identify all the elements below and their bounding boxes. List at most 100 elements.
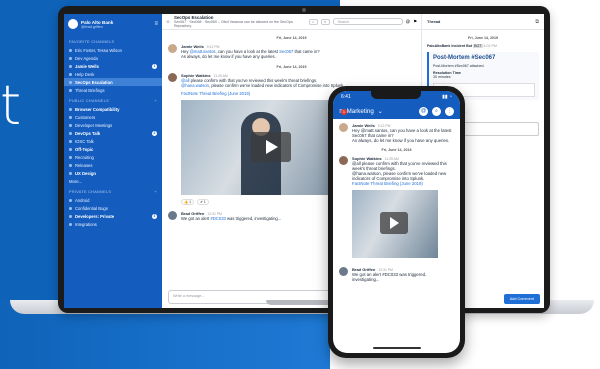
- reaction-check[interactable]: ✔ 1: [197, 199, 209, 205]
- sidebar-item-integrations[interactable]: Integrations: [64, 220, 162, 228]
- members-icon[interactable]: ⚇: [308, 18, 318, 25]
- unread-badge: 1: [341, 109, 347, 115]
- attachment-link[interactable]: FactNote Threat Briefing (June 2019): [352, 181, 454, 186]
- sidebar-item-help-desk[interactable]: Help Desk: [64, 70, 162, 78]
- sidebar-item-label: Customers: [75, 114, 96, 120]
- phone-notch: [371, 91, 421, 99]
- channel-tools: ⚇ ✎ Search @ ⚑: [308, 18, 417, 25]
- sidebar-item-label: Help Desk: [75, 71, 95, 77]
- add-comment-button[interactable]: Add Comment: [503, 294, 540, 304]
- sidebar-item-label: Off-Topic: [75, 146, 94, 152]
- text: , please confirm we've loaded new indica…: [209, 83, 345, 88]
- post-text-line2: As always, do let me know if you have an…: [352, 138, 450, 143]
- channel-icon: [69, 163, 72, 167]
- sidebar-item-developers-private[interactable]: Developers: Private 3: [64, 212, 162, 220]
- mentions-icon[interactable]: @: [406, 19, 410, 24]
- sidebar-item-label: IOSC Talk: [75, 138, 94, 144]
- sidebar-item-releases[interactable]: Releases: [64, 161, 162, 169]
- sidebar-item-secops-escalation[interactable]: SecOps Escalation: [64, 78, 162, 86]
- sidebar-item-label: UX Design: [75, 170, 96, 176]
- more-icon[interactable]: ⋮: [445, 106, 454, 116]
- channel-icon: [69, 155, 72, 159]
- post-sophie: Sophie Watkins 11:25 AM @all please confi…: [339, 156, 454, 262]
- phone-channel-header: ≡ Marketing ⌄ @ ⌕ ⋮: [333, 103, 460, 119]
- chevron-down-icon[interactable]: ⌄: [378, 108, 383, 115]
- avatar[interactable]: [339, 156, 348, 165]
- bot-name[interactable]: PaloAltoBank Incident Bot: [427, 44, 472, 48]
- sidebar-item-android[interactable]: Android: [64, 196, 162, 204]
- sidebar-item-recruiting[interactable]: Recruiting: [64, 153, 162, 161]
- unread-badge: 3: [152, 213, 157, 219]
- post-text-line2: @hana.watson, please confirm we've loade…: [181, 83, 361, 88]
- sidebar-item-dev-agenda[interactable]: Dev Agenda: [64, 54, 162, 62]
- channel-icon: [69, 198, 72, 202]
- channel-icon: [69, 171, 72, 175]
- post-text: Hey @matt.santos, can you have a look at…: [352, 128, 452, 138]
- sidebar-item-eric-foster-tessa-wilson[interactable]: Eric Foster, Tessa Wilson: [64, 46, 162, 54]
- team-header[interactable]: Palo Alto Bank @brad.griffen ≡: [64, 17, 162, 35]
- unread-badge: 2: [152, 130, 157, 136]
- mention-link[interactable]: @hana.watson: [181, 83, 209, 88]
- sidebar-item-label: DevOps Talk: [75, 130, 101, 136]
- sidebar-item-ux-design[interactable]: UX Design: [64, 169, 162, 177]
- text: We got an alert: [181, 216, 211, 221]
- sidebar-item-label: Confidential Bugs: [75, 205, 108, 211]
- add-private-channel-icon[interactable]: +: [154, 190, 157, 194]
- bot-post-header: PaloAltoBank Incident Bot BOT 4:02 PM: [427, 44, 539, 48]
- signal-icon: ▮▮ ◔: [442, 94, 452, 100]
- avatar[interactable]: [168, 211, 177, 220]
- sidebar-item-label: Browser Compatibility: [75, 106, 120, 112]
- search-icon[interactable]: ⌕: [432, 106, 441, 116]
- sidebar-item-developer-meetings[interactable]: Developer Meetings: [64, 121, 162, 129]
- sidebar-item-threat-briefings[interactable]: Threat Briefings: [64, 86, 162, 94]
- play-icon[interactable]: [251, 132, 291, 162]
- play-icon[interactable]: [380, 212, 408, 234]
- tag-link[interactable]: #DC033: [210, 216, 225, 221]
- channel-name[interactable]: Marketing: [347, 108, 374, 115]
- channel-icon: [69, 206, 72, 210]
- channel-icon: [69, 115, 72, 119]
- avatar[interactable]: [168, 73, 177, 82]
- more-channels-link[interactable]: More...: [64, 177, 162, 185]
- sidebar-item-label: Eric Foster, Tessa Wilson: [75, 47, 122, 53]
- field-value: 30 minutes: [433, 75, 451, 79]
- sidebar-item-customers[interactable]: Customers: [64, 113, 162, 121]
- avatar[interactable]: [339, 123, 348, 132]
- sidebar-item-jamie-wells[interactable]: Jamie Wells 1: [64, 62, 162, 70]
- sidebar-item-off-topic[interactable]: Off-Topic: [64, 145, 162, 153]
- star-icon[interactable]: ☆: [166, 19, 170, 25]
- sidebar-item-confidential-bugs[interactable]: Confidential Bugs: [64, 204, 162, 212]
- video-thumbnail[interactable]: [352, 190, 438, 258]
- sidebar-item-label: Threat Briefings: [75, 87, 105, 93]
- pinned-icon[interactable]: ✎: [320, 18, 330, 25]
- card-title: Post-Mortem #Sec067: [433, 55, 496, 61]
- reaction-thumbs-up[interactable]: 👍 1: [181, 199, 195, 205]
- private-channels-header: PRIVATE CHANNELS +: [64, 185, 162, 196]
- post-time: 4:02 PM: [483, 44, 497, 48]
- phone-post-list: Jamie Wells 5:12 PM Hey @matt.santos, can…: [333, 119, 460, 291]
- sidebar-item-browser-compatibility[interactable]: Browser Compatibility: [64, 105, 162, 113]
- avatar[interactable]: [339, 267, 348, 276]
- sidebar-item-devops-talk[interactable]: DevOps Talk 2: [64, 129, 162, 137]
- post-text: We got an alert #DC033 was triggered, in…: [352, 272, 427, 282]
- avatar[interactable]: [168, 44, 177, 53]
- post-text: @all please confirm with that you've rev…: [352, 161, 447, 171]
- sidebar-item-label: Integrations: [75, 221, 97, 227]
- expand-icon[interactable]: ⧉: [535, 19, 539, 25]
- home-indicator[interactable]: [373, 347, 421, 349]
- more-label: More...: [69, 178, 83, 184]
- team-avatar: [68, 19, 78, 29]
- user-handle: @brad.griffen: [81, 24, 103, 29]
- flag-icon[interactable]: ⚑: [413, 19, 417, 25]
- tag-link[interactable]: Sec067: [279, 49, 293, 54]
- public-channels-header: PUBLIC CHANNELS +: [64, 94, 162, 105]
- mentions-icon[interactable]: @: [419, 106, 428, 116]
- search-input[interactable]: Search: [332, 18, 403, 25]
- sidebar-item-label: Dev Agenda: [75, 55, 98, 61]
- sidebar-item-iosc-talk[interactable]: IOSC Talk: [64, 137, 162, 145]
- channel-icon: [69, 131, 72, 135]
- hamburger-menu-icon[interactable]: ≡: [154, 21, 158, 27]
- add-channel-icon[interactable]: +: [154, 99, 157, 103]
- channel-icon: [69, 48, 72, 52]
- phone: 6:41 ▮▮ ◔ ≡ Marketing ⌄ @ ⌕ ⋮ 1 Jamie Wel…: [328, 86, 465, 358]
